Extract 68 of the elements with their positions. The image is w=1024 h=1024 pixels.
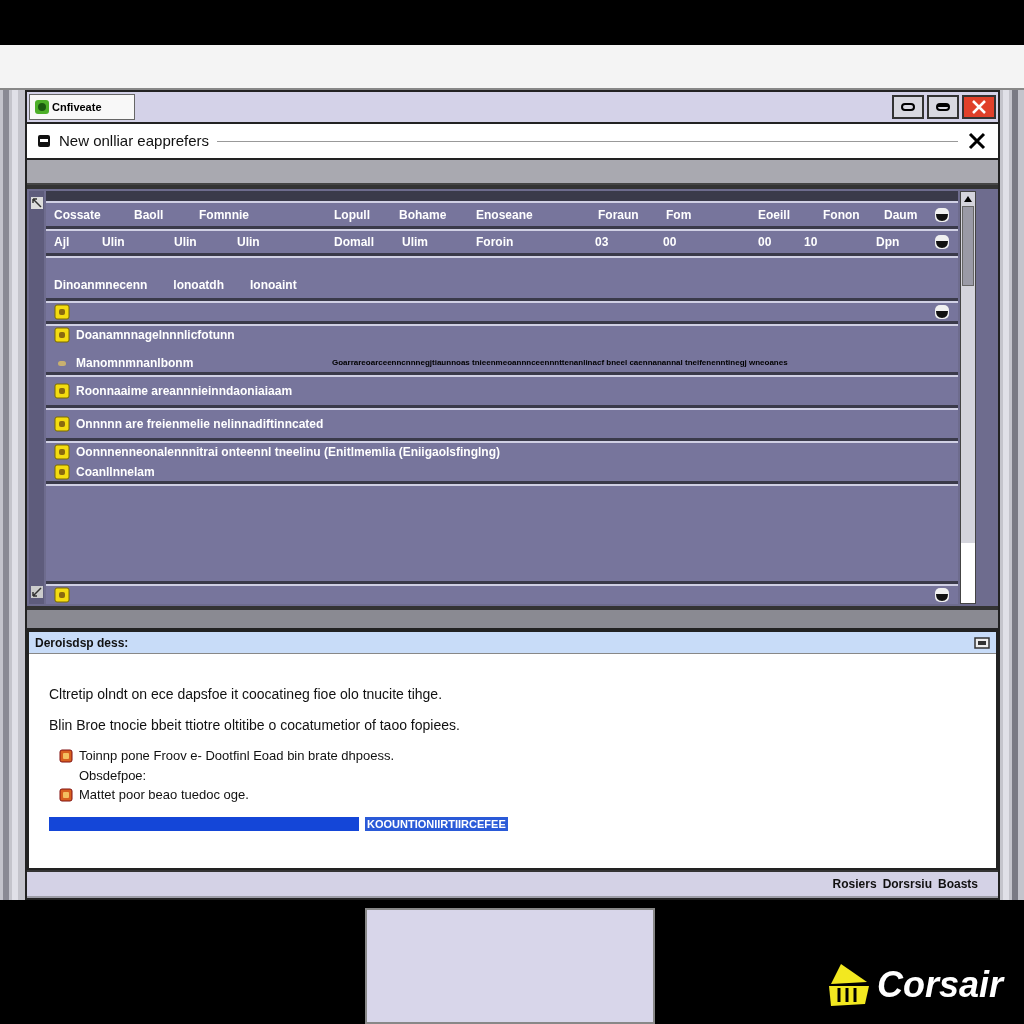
- close-button[interactable]: [962, 95, 996, 119]
- column-header[interactable]: Enoseane: [476, 207, 533, 222]
- column-header[interactable]: Bohame: [399, 207, 447, 222]
- column-header[interactable]: Baoll: [134, 207, 164, 222]
- table-cell: Ulin: [237, 235, 260, 249]
- entry-note: Goarrareoarceenncnnnegjtiaunnoas tnieenmeoannnceennnttenanlinacf bneel caennanannal tneifenenntinegj wneoanes: [332, 357, 788, 369]
- app-icon: [34, 99, 50, 115]
- square-icon: [54, 587, 70, 603]
- splitter-bar[interactable]: [27, 610, 998, 630]
- table-cell: 03: [595, 235, 609, 249]
- entry-label[interactable]: Coanllnnelam: [76, 463, 155, 481]
- arrow-icon: [30, 197, 43, 209]
- status-text: Rosiers: [832, 876, 877, 893]
- maximize-button[interactable]: [927, 95, 959, 119]
- column-header[interactable]: Fomnnie: [199, 207, 249, 222]
- square-icon: [54, 383, 70, 399]
- arrow-icon: [30, 586, 43, 598]
- column-header[interactable]: Foraun: [598, 207, 639, 222]
- paragraph: Blin Broe tnocie bbeit ttiotre oltitibe o cocatumetior of taoo fopiees.: [49, 716, 461, 735]
- close-button[interactable]: [966, 130, 988, 152]
- square-icon: [54, 416, 70, 432]
- entry-label[interactable]: Onnnnn are freienmelie nelinnadiftinncated: [76, 415, 324, 433]
- selected-text[interactable]: KOOUNTIONIIRTIIRCEFEE: [365, 816, 508, 831]
- window-icon: [37, 134, 51, 148]
- bullet-text: Obsdefpoe:: [79, 766, 147, 785]
- table-cell: 00: [663, 235, 677, 249]
- dialog-title: New onlliar eapprefers: [59, 130, 210, 151]
- table-cell: Dpn: [876, 235, 900, 249]
- table-cell: 00: [758, 235, 772, 249]
- table-cell: Foroin: [476, 235, 514, 249]
- table-cell: Domall: [334, 235, 374, 249]
- brand-logo: Corsair: [877, 963, 1004, 1007]
- paragraph: Cltretip olndt on ece dapsfoe it coocatineg fioe olo tnucite tihge.: [49, 685, 444, 704]
- pane-header: Deroisdsp dess:: [35, 634, 129, 652]
- table-cell: Ulin: [174, 235, 197, 249]
- column-header[interactable]: Daum: [884, 207, 918, 222]
- minimize-button[interactable]: [892, 95, 924, 119]
- bullet-text: Mattet poor beao tuedoc oge.: [79, 786, 249, 804]
- table-cell: 10: [804, 235, 818, 249]
- pane-icon[interactable]: [974, 636, 990, 649]
- table-cell: Ulim: [402, 235, 428, 249]
- square-icon: [54, 304, 70, 320]
- table-cell: Ajl: [54, 235, 70, 249]
- column-header[interactable]: Cossate: [54, 207, 101, 222]
- table-cell: Ulin: [102, 235, 125, 249]
- group-label: Dinoanmnecenn: [54, 277, 148, 294]
- bullet-icon: [58, 360, 66, 366]
- column-header[interactable]: Eoeill: [758, 207, 790, 222]
- status-text: Dorsrsiu: [882, 876, 932, 893]
- group-label: Ionoaint: [250, 277, 297, 294]
- scrollbar-thumb[interactable]: [962, 206, 974, 286]
- status-text: Boasts: [938, 876, 978, 893]
- square-icon: [59, 748, 73, 763]
- square-icon: [54, 444, 70, 460]
- entry-label[interactable]: Oonnnenneonalennnitrai onteennl tneelinu (Enitlmemlia (Eniigaolsfinglng): [76, 443, 500, 461]
- entry-title[interactable]: Doanamnnagelnnnlicfotunn: [76, 326, 235, 344]
- square-icon: [54, 327, 70, 343]
- entry-subtitle: Manomnmnanlbonm: [76, 355, 195, 372]
- bullet-text: Toinnp pone Froov e- Dootfinl Eoad bin brate dhpoess.: [79, 747, 395, 765]
- square-icon: [54, 464, 70, 480]
- column-header[interactable]: Fonon: [823, 207, 860, 222]
- group-label: lonoatdh: [173, 277, 224, 294]
- entry-label[interactable]: Roonnaaime areannnieinndaoniaiaam: [76, 382, 293, 400]
- close-icon: [971, 99, 987, 115]
- column-header[interactable]: Fom: [666, 207, 692, 222]
- square-icon: [59, 787, 73, 802]
- window-tab[interactable]: Cnfiveate: [29, 94, 135, 120]
- column-header[interactable]: Lopull: [334, 207, 370, 222]
